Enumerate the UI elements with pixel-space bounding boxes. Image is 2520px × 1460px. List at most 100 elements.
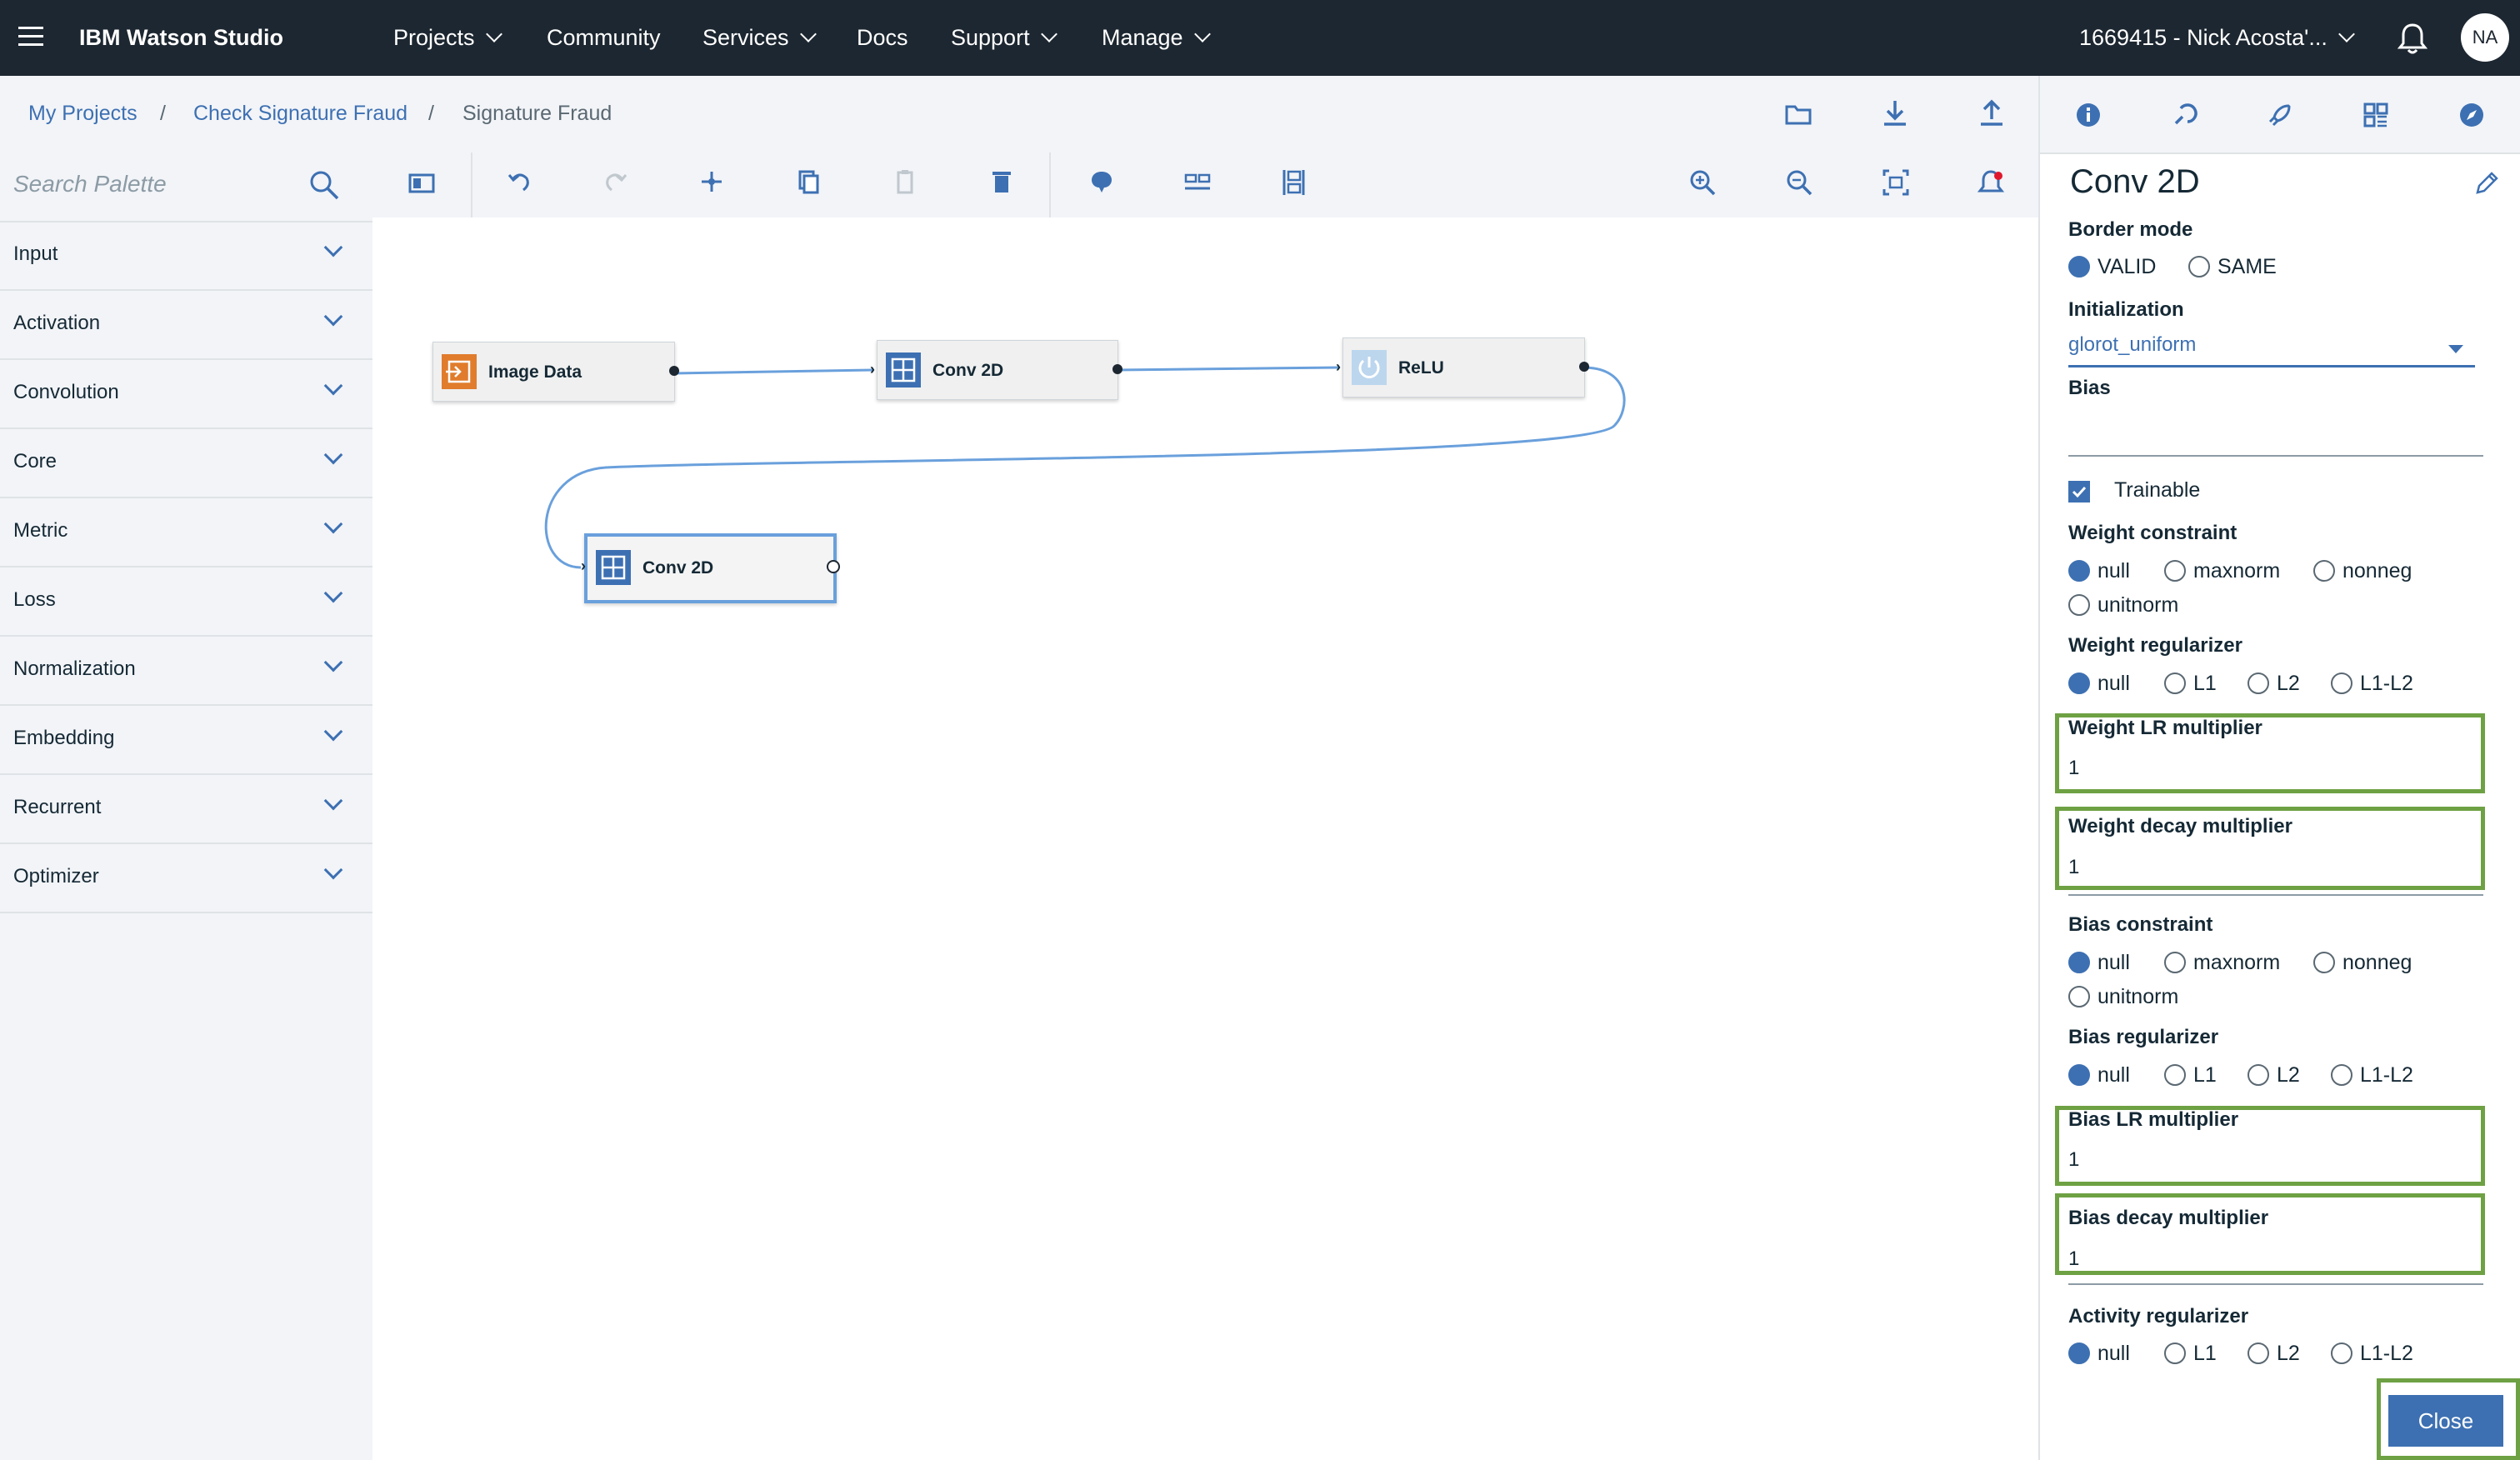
activity-regularizer-l1-radio[interactable] xyxy=(2164,1342,2186,1364)
search-input[interactable]: Search Palette xyxy=(13,171,167,198)
redo-icon[interactable] xyxy=(602,168,628,195)
account-switcher[interactable]: 1669415 - Nick Acosta'... xyxy=(2079,25,2355,51)
nav-docs[interactable]: Docs xyxy=(857,25,908,51)
palette-category-activation[interactable]: Activation xyxy=(0,290,372,360)
fit-to-screen-icon[interactable] xyxy=(1882,168,1910,197)
chevron-down-icon xyxy=(1040,26,1058,42)
info-icon[interactable] xyxy=(2075,102,2102,128)
activity-regularizer-l2-radio[interactable] xyxy=(2248,1342,2269,1364)
option-label: L1-L2 xyxy=(2360,1342,2413,1365)
search-icon[interactable] xyxy=(308,169,340,201)
nav-manage[interactable]: Manage xyxy=(1102,25,1211,51)
vertical-align-icon[interactable] xyxy=(1280,168,1307,197)
input-underline xyxy=(2068,894,2483,896)
output-port[interactable] xyxy=(1579,362,1589,372)
breadcrumb-check-signature-fraud[interactable]: Check Signature Fraud xyxy=(193,102,408,126)
chevron-down-icon xyxy=(323,307,343,327)
palette-tool-icon[interactable] xyxy=(2171,102,2198,128)
nav-support[interactable]: Support xyxy=(951,25,1058,51)
close-button[interactable]: Close xyxy=(2388,1395,2503,1447)
weight-constraint-maxnorm-radio[interactable] xyxy=(2164,560,2186,582)
palette-category-loss[interactable]: Loss xyxy=(0,567,372,637)
palette-category-convolution[interactable]: Convolution xyxy=(0,359,372,429)
input-port-arrow-icon[interactable]: › xyxy=(1336,358,1341,376)
bias-constraint-unitnorm-radio[interactable] xyxy=(2068,986,2090,1008)
nav-services[interactable]: Services xyxy=(702,25,817,51)
canvas-node-conv2d-selected[interactable]: › Conv 2D xyxy=(581,533,840,603)
copy-icon[interactable] xyxy=(795,168,822,195)
bias-input[interactable] xyxy=(2068,410,2483,457)
zoom-out-icon[interactable] xyxy=(1785,168,1813,197)
palette-category-core[interactable]: Core xyxy=(0,428,372,498)
hamburger-menu-icon[interactable] xyxy=(18,27,43,47)
bias-constraint-null-radio[interactable] xyxy=(2068,952,2090,973)
breadcrumb-my-projects[interactable]: My Projects xyxy=(28,102,138,126)
palette-category-optimizer[interactable]: Optimizer xyxy=(0,843,372,913)
notification-bell-icon[interactable] xyxy=(2397,22,2428,55)
notifications-icon[interactable] xyxy=(1977,168,2005,197)
weight-decay-multiplier-input[interactable]: 1 xyxy=(2068,856,2079,879)
weight-lr-multiplier-input[interactable]: 1 xyxy=(2068,757,2079,780)
bias-constraint-nonneg-radio[interactable] xyxy=(2313,952,2335,973)
comment-icon[interactable] xyxy=(1088,168,1115,195)
app-title[interactable]: IBM Watson Studio xyxy=(79,25,283,51)
edit-pencil-icon[interactable] xyxy=(2473,170,2500,197)
radio-same[interactable] xyxy=(2188,256,2210,278)
weight-constraint-unitnorm-radio[interactable] xyxy=(2068,594,2090,616)
bias-decay-multiplier-input[interactable]: 1 xyxy=(2068,1248,2079,1271)
canvas-node-image-data[interactable]: Image Data xyxy=(432,342,679,402)
canvas-node-conv2d[interactable]: › Conv 2D xyxy=(870,340,1122,400)
output-port[interactable] xyxy=(669,366,679,376)
input-port-arrow-icon[interactable]: › xyxy=(870,361,875,378)
deploy-rocket-icon[interactable] xyxy=(2267,102,2293,128)
search-palette[interactable]: Search Palette xyxy=(0,152,372,222)
upload-icon[interactable] xyxy=(1978,99,2005,128)
radio-valid[interactable] xyxy=(2068,256,2090,278)
bias-regularizer-l2-radio[interactable] xyxy=(2248,1064,2269,1086)
bias-regularizer-null-radio[interactable] xyxy=(2068,1064,2090,1086)
folder-icon[interactable] xyxy=(1785,102,1812,126)
weight-regularizer-l1-radio[interactable] xyxy=(2164,672,2186,694)
nav-projects[interactable]: Projects xyxy=(393,25,502,51)
output-port[interactable] xyxy=(1112,364,1122,374)
download-icon[interactable] xyxy=(1882,99,1908,128)
canvas-node-relu[interactable]: › ReLU xyxy=(1336,338,1589,398)
sidebar-toggle-icon[interactable] xyxy=(408,172,435,195)
activity-regularizer-l1l2-radio[interactable] xyxy=(2331,1342,2352,1364)
chevron-down-icon xyxy=(485,26,502,42)
avatar[interactable]: NA xyxy=(2461,13,2509,62)
input-port-arrow-icon[interactable]: › xyxy=(581,558,586,575)
trainable-checkbox[interactable] xyxy=(2068,481,2090,502)
initialization-select[interactable]: glorot_uniform xyxy=(2068,332,2475,368)
compass-icon[interactable] xyxy=(2458,102,2485,128)
chevron-down-icon xyxy=(799,26,817,42)
undo-icon[interactable] xyxy=(507,168,533,195)
bias-regularizer-l1-radio[interactable] xyxy=(2164,1064,2186,1086)
weight-constraint-null-radio[interactable] xyxy=(2068,560,2090,582)
palette-category-input[interactable]: Input xyxy=(0,221,372,291)
weight-regularizer-l1l2-radio[interactable] xyxy=(2331,672,2352,694)
palette-category-recurrent[interactable]: Recurrent xyxy=(0,774,372,844)
grid-layout-icon[interactable] xyxy=(2362,102,2389,128)
palette-category-metric[interactable]: Metric xyxy=(0,498,372,568)
output-port[interactable] xyxy=(827,560,840,573)
nav-community[interactable]: Community xyxy=(547,25,661,51)
palette-category-normalization[interactable]: Normalization xyxy=(0,636,372,706)
bias-regularizer-l1l2-radio[interactable] xyxy=(2331,1064,2352,1086)
delete-icon[interactable] xyxy=(988,168,1015,195)
palette-category-embedding[interactable]: Embedding xyxy=(0,705,372,775)
node-label: Image Data xyxy=(488,362,582,382)
weight-regularizer-l2-radio[interactable] xyxy=(2248,672,2269,694)
weight-regularizer-null-radio[interactable] xyxy=(2068,672,2090,694)
bias-lr-multiplier-input[interactable]: 1 xyxy=(2068,1148,2079,1172)
paste-icon[interactable] xyxy=(892,168,918,195)
zoom-in-icon[interactable] xyxy=(1688,168,1717,197)
chevron-down-icon xyxy=(323,722,343,742)
chevron-down-icon xyxy=(323,652,343,672)
category-label: Normalization xyxy=(13,658,136,680)
activity-regularizer-null-radio[interactable] xyxy=(2068,1342,2090,1364)
weight-constraint-nonneg-radio[interactable] xyxy=(2313,560,2335,582)
arrange-icon[interactable] xyxy=(698,168,725,195)
horizontal-align-icon[interactable] xyxy=(1183,168,1212,195)
bias-constraint-maxnorm-radio[interactable] xyxy=(2164,952,2186,973)
